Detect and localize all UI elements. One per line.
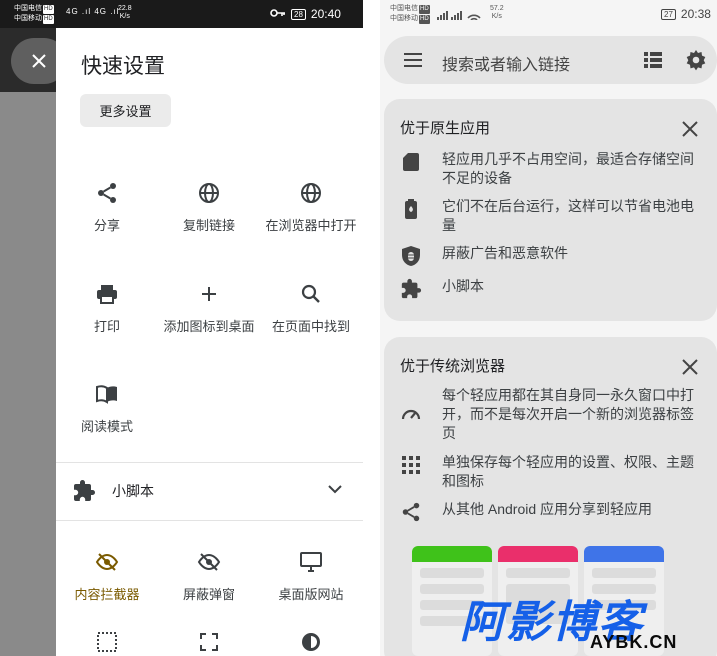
open-in-browser-action[interactable]: 在浏览器中打开 <box>260 181 362 235</box>
network-speed: 22.8 K/s <box>118 5 132 20</box>
copy-link-action[interactable]: 复制链接 <box>158 181 260 235</box>
hd-badge: HD <box>419 15 430 24</box>
book-icon <box>96 385 117 404</box>
clock: 20:38 <box>680 7 711 21</box>
hd-badge: HD <box>419 5 430 14</box>
carrier-2: 中国移动 <box>390 15 418 22</box>
network-speed: 57.2 K/s <box>490 5 504 20</box>
puzzle-icon <box>401 278 422 299</box>
divider <box>56 520 363 521</box>
print-icon <box>97 285 117 304</box>
apps-grid-icon <box>402 456 420 474</box>
menu-icon[interactable] <box>403 50 423 70</box>
list-view-icon[interactable] <box>642 49 664 71</box>
hd-badge: HD <box>43 5 54 14</box>
signal-icon: 4G .ıl 4G .ıl <box>66 7 120 16</box>
reader-mode-action[interactable]: 阅读模式 <box>56 382 158 436</box>
quick-settings-sheet: 快速设置 更多设置 分享 复制链接 在浏览器中打开 打印 添加图标到桌面 在页面… <box>56 28 363 656</box>
share-icon <box>98 183 116 203</box>
globe-icon <box>199 183 219 203</box>
speedometer-icon <box>401 409 421 420</box>
shield-bug-icon <box>402 246 420 266</box>
close-icon[interactable] <box>681 358 699 376</box>
card-title: 优于传统浏览器 <box>400 358 506 375</box>
share-action[interactable]: 分享 <box>56 181 158 235</box>
close-icon <box>32 54 46 68</box>
block-popups-toggle[interactable]: 屏蔽弹窗 <box>158 550 260 604</box>
userscripts-row[interactable]: 小脚本 <box>56 462 363 520</box>
carrier-1: 中国电信 <box>14 5 42 12</box>
battery-icon <box>405 199 417 219</box>
left-phone-screen: 中国电信 HD 中国移动 HD 4G .ıl 4G .ıl 22.8 K/s 28 … <box>0 0 363 656</box>
monitor-icon <box>300 552 322 572</box>
brightness-icon[interactable] <box>299 630 323 654</box>
add-icon <box>202 287 216 301</box>
share-icon <box>402 502 420 522</box>
fullscreen-icon[interactable] <box>197 630 221 654</box>
eye-off-icon <box>95 553 119 571</box>
puzzle-icon <box>74 480 95 501</box>
find-in-page-action[interactable]: 在页面中找到 <box>260 282 362 336</box>
add-to-home-action[interactable]: 添加图标到桌面 <box>158 282 260 336</box>
close-icon[interactable] <box>681 120 699 138</box>
print-action[interactable]: 打印 <box>56 282 158 336</box>
carrier-1: 中国电信 <box>390 5 418 12</box>
status-bar: 中国电信 HD 中国移动 HD 57.2 K/s 27 20:38 <box>380 0 717 30</box>
signal-icon <box>436 7 488 25</box>
native-app-benefits-card: 优于原生应用 轻应用几乎不占用空间，最适合存储空间不足的设备 它们不在后台运行，… <box>384 99 717 321</box>
search-input[interactable]: 搜索或者输入链接 <box>442 51 570 75</box>
battery-indicator: 27 <box>661 8 676 20</box>
search-bar[interactable]: 搜索或者输入链接 <box>384 36 717 84</box>
key-icon <box>270 7 286 21</box>
hd-badge: HD <box>43 15 54 24</box>
watermark-logo: 阿影博客 AYBK.CN <box>460 598 678 652</box>
userscripts-label: 小脚本 <box>112 483 154 499</box>
globe-icon <box>301 183 321 203</box>
sd-card-icon <box>403 153 419 171</box>
search-icon <box>301 284 320 303</box>
more-settings-button[interactable]: 更多设置 <box>80 94 171 127</box>
sheet-title: 快速设置 <box>81 55 165 78</box>
carrier-2: 中国移动 <box>14 15 42 22</box>
chevron-down-icon <box>328 485 342 494</box>
right-phone-screen: 中国电信 HD 中国移动 HD 57.2 K/s 27 20:38 搜索或者输入链接… <box>380 0 717 656</box>
gear-icon[interactable] <box>684 48 708 72</box>
content-blocker-toggle[interactable]: 内容拦截器 <box>56 550 158 604</box>
status-bar: 中国电信 HD 中国移动 HD 4G .ıl 4G .ıl 22.8 K/s 28 … <box>0 0 363 28</box>
clock: 20:40 <box>310 7 341 21</box>
battery-indicator: 28 <box>291 8 306 20</box>
card-title: 优于原生应用 <box>400 120 491 137</box>
select-area-icon[interactable] <box>95 630 119 654</box>
desktop-site-toggle[interactable]: 桌面版网站 <box>260 550 362 604</box>
eye-off-icon <box>197 553 221 571</box>
